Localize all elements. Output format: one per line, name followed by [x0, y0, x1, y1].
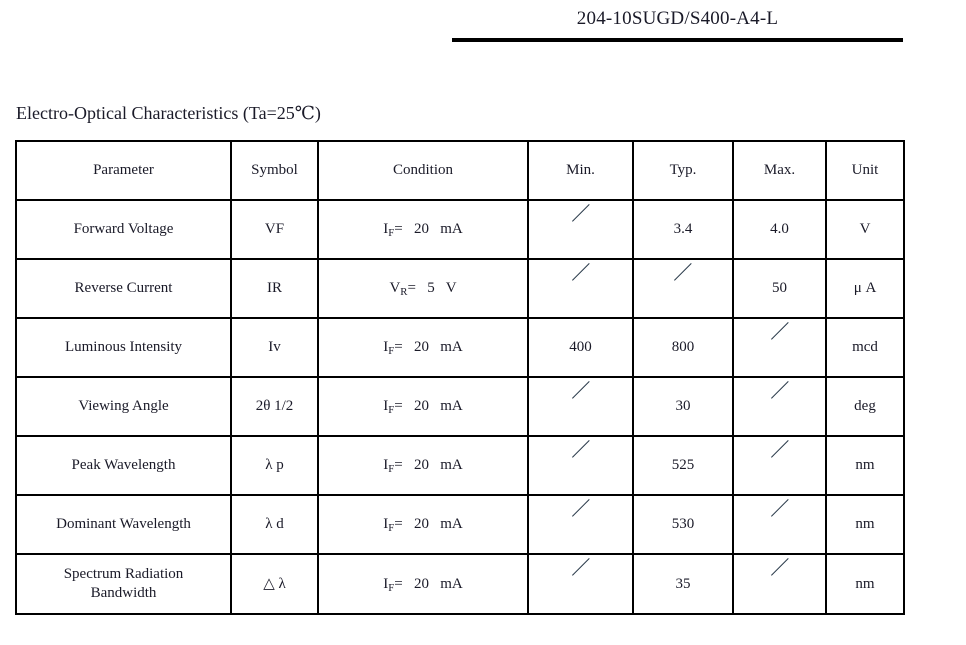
table-row: Forward Voltage VF IF= 20 mA 3.4 4.0 V — [15, 199, 905, 260]
not-applicable-slash-icon — [672, 279, 694, 299]
cell-max — [732, 494, 827, 555]
not-applicable-slash-icon — [570, 574, 592, 594]
table-row: Reverse Current IR VR= 5 V 50 μ A — [15, 258, 905, 319]
cell-min — [527, 553, 634, 615]
cell-symbol: λ d — [230, 494, 319, 555]
cell-max: 50 — [732, 258, 827, 319]
cell-condition: IF= 20 mA — [317, 435, 529, 496]
cell-min — [527, 494, 634, 555]
cell-typ: 525 — [632, 435, 734, 496]
not-applicable-slash-icon — [769, 397, 791, 417]
not-applicable-slash-icon — [570, 456, 592, 476]
cell-symbol: VF — [230, 199, 319, 260]
cell-max — [732, 435, 827, 496]
column-header-typ: Typ. — [632, 140, 734, 201]
cell-unit: deg — [825, 376, 905, 437]
cell-typ — [632, 258, 734, 319]
cell-parameter: Reverse Current — [15, 258, 232, 319]
cell-condition: IF= 20 mA — [317, 199, 529, 260]
cell-symbol: λ p — [230, 435, 319, 496]
cell-parameter: Viewing Angle — [15, 376, 232, 437]
cell-condition: IF= 20 mA — [317, 494, 529, 555]
header-divider-rule — [452, 38, 903, 42]
table-row: Viewing Angle 2θ 1/2 IF= 20 mA 30 deg — [15, 376, 905, 437]
cell-condition: VR= 5 V — [317, 258, 529, 319]
cell-condition: IF= 20 mA — [317, 376, 529, 437]
not-applicable-slash-icon — [570, 220, 592, 240]
column-header-symbol: Symbol — [230, 140, 319, 201]
section-title: Electro-Optical Characteristics (Ta=25℃) — [16, 103, 321, 123]
column-header-parameter: Parameter — [15, 140, 232, 201]
not-applicable-slash-icon — [570, 397, 592, 417]
cell-symbol: IR — [230, 258, 319, 319]
not-applicable-slash-icon — [570, 279, 592, 299]
cell-max: 4.0 — [732, 199, 827, 260]
table-row: Spectrum Radiation Bandwidth △ λ IF= 20 mA 3… — [15, 553, 905, 615]
cell-typ: 800 — [632, 317, 734, 378]
cell-condition: IF= 20 mA — [317, 317, 529, 378]
cell-typ: 530 — [632, 494, 734, 555]
table-header: Parameter Symbol Condition Min. Typ. Max… — [15, 140, 905, 201]
table-row: Luminous Intensity Iv IF= 20 mA 400 800 mcd — [15, 317, 905, 378]
column-header-max: Max. — [732, 140, 827, 201]
cell-unit: mcd — [825, 317, 905, 378]
cell-max — [732, 376, 827, 437]
column-header-min: Min. — [527, 140, 634, 201]
cell-parameter: Spectrum Radiation Bandwidth — [15, 553, 232, 615]
not-applicable-slash-icon — [769, 574, 791, 594]
cell-symbol: △ λ — [230, 553, 319, 615]
table-row: Peak Wavelength λ p IF= 20 mA 525 nm — [15, 435, 905, 496]
cell-parameter: Peak Wavelength — [15, 435, 232, 496]
cell-unit: nm — [825, 553, 905, 615]
electro-optical-characteristics-table: Parameter Symbol Condition Min. Typ. Max… — [15, 140, 905, 615]
cell-max — [732, 317, 827, 378]
cell-parameter: Luminous Intensity — [15, 317, 232, 378]
cell-condition: IF= 20 mA — [317, 553, 529, 615]
table-body: Forward Voltage VF IF= 20 mA 3.4 4.0 V Reverse… — [15, 199, 905, 615]
spec-table: Parameter Symbol Condition Min. Typ. Max… — [15, 140, 905, 615]
cell-min — [527, 199, 634, 260]
cell-min — [527, 376, 634, 437]
document-part-number: 204-10SUGD/S400-A4-L — [576, 8, 779, 29]
cell-typ: 35 — [632, 553, 734, 615]
cell-parameter: Forward Voltage — [15, 199, 232, 260]
column-header-unit: Unit — [825, 140, 905, 201]
cell-symbol: Iv — [230, 317, 319, 378]
cell-typ: 30 — [632, 376, 734, 437]
cell-unit: nm — [825, 494, 905, 555]
column-header-condition: Condition — [317, 140, 529, 201]
table-row: Dominant Wavelength λ d IF= 20 mA 530 nm — [15, 494, 905, 555]
page-header: 204-10SUGD/S400-A4-L — [452, 8, 903, 42]
cell-min: 400 — [527, 317, 634, 378]
not-applicable-slash-icon — [570, 515, 592, 535]
cell-parameter: Dominant Wavelength — [15, 494, 232, 555]
table-header-row: Parameter Symbol Condition Min. Typ. Max… — [15, 140, 905, 201]
cell-min — [527, 435, 634, 496]
cell-symbol: 2θ 1/2 — [230, 376, 319, 437]
cell-unit: nm — [825, 435, 905, 496]
not-applicable-slash-icon — [769, 338, 791, 358]
cell-unit: μ A — [825, 258, 905, 319]
not-applicable-slash-icon — [769, 456, 791, 476]
cell-typ: 3.4 — [632, 199, 734, 260]
cell-max — [732, 553, 827, 615]
cell-unit: V — [825, 199, 905, 260]
not-applicable-slash-icon — [769, 515, 791, 535]
cell-min — [527, 258, 634, 319]
